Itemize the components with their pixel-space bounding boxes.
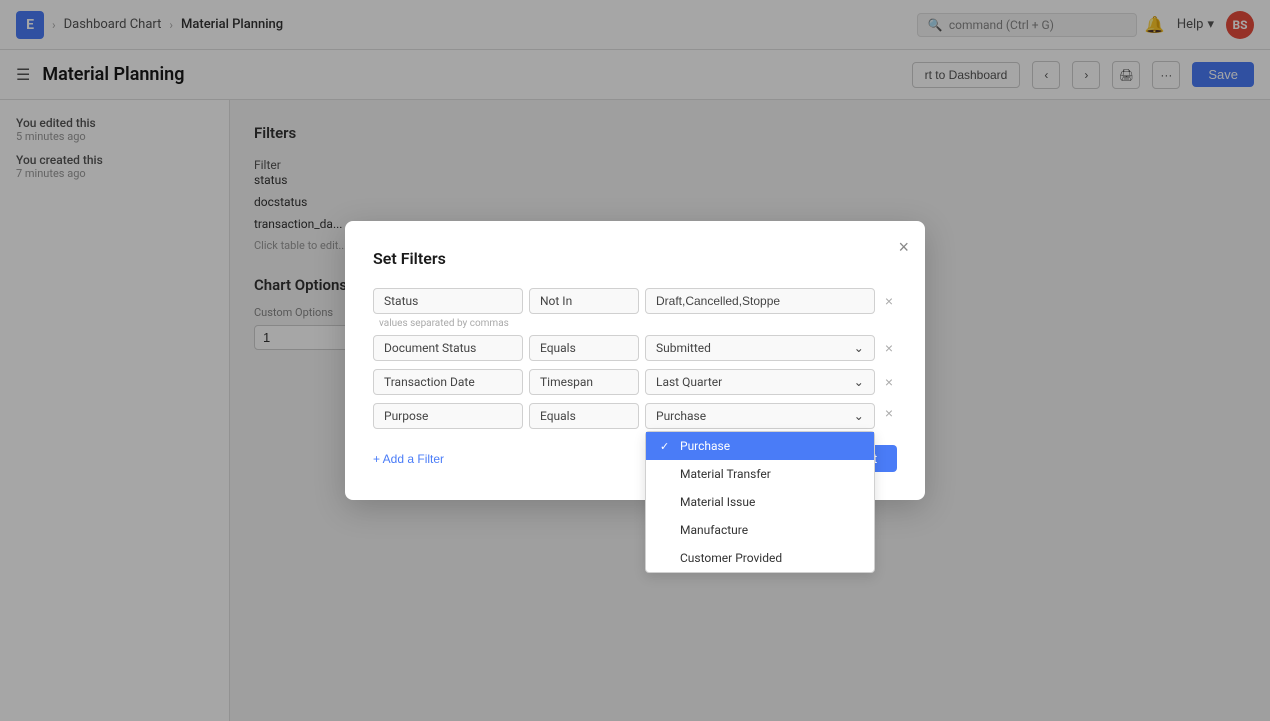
modal-filter-hint-1: values separated by commas — [379, 318, 897, 329]
modal-filter-row-2: Document Status Equals Submitted ⌄ × — [373, 335, 897, 361]
modal-filter-remove-4[interactable]: × — [881, 403, 897, 423]
select-chevron-icon-2: ⌄ — [854, 341, 864, 355]
modal-filter-remove-3[interactable]: × — [881, 372, 897, 392]
modal-title: Set Filters — [373, 249, 897, 268]
checkmark-icon: ✓ — [660, 440, 674, 453]
modal-filter-field-3[interactable]: Transaction Date — [373, 369, 523, 395]
dropdown-option-material-transfer[interactable]: Material Transfer — [646, 460, 874, 488]
modal-close-button[interactable]: × — [898, 237, 909, 258]
modal-filter-operator-3[interactable]: Timespan — [529, 369, 639, 395]
modal-filter-field-4[interactable]: Purpose — [373, 403, 523, 429]
modal-filter-operator-1[interactable]: Not In — [529, 288, 639, 314]
set-filters-modal: Set Filters × Status Not In × values sep… — [345, 221, 925, 500]
page-background: E › Dashboard Chart › Material Planning … — [0, 0, 1270, 721]
modal-filter-row-1: Status Not In × — [373, 288, 897, 314]
modal-filter-row-4: Purpose Equals Purchase ⌄ ✓ Purchase — [373, 403, 897, 429]
purpose-dropdown-wrapper: Purchase ⌄ ✓ Purchase Material Transfer — [645, 403, 875, 429]
modal-filter-value-3[interactable]: Last Quarter ⌄ — [645, 369, 875, 395]
modal-filter-field-2[interactable]: Document Status — [373, 335, 523, 361]
dropdown-option-manufacture[interactable]: Manufacture — [646, 516, 874, 544]
modal-overlay[interactable]: Set Filters × Status Not In × values sep… — [0, 0, 1270, 721]
modal-filter-operator-4[interactable]: Equals — [529, 403, 639, 429]
modal-filter-value-1[interactable] — [645, 288, 875, 314]
modal-filter-field-1[interactable]: Status — [373, 288, 523, 314]
modal-filter-row-3: Transaction Date Timespan Last Quarter ⌄… — [373, 369, 897, 395]
select-chevron-icon-3: ⌄ — [854, 375, 864, 389]
modal-filter-remove-1[interactable]: × — [881, 291, 897, 311]
dropdown-option-purchase[interactable]: ✓ Purchase — [646, 432, 874, 460]
add-filter-button[interactable]: + Add a Filter — [373, 448, 444, 470]
select-chevron-icon-4: ⌄ — [854, 409, 864, 423]
dropdown-option-customer-provided[interactable]: Customer Provided — [646, 544, 874, 572]
modal-filter-value-4[interactable]: Purchase ⌄ — [645, 403, 875, 429]
dropdown-option-material-issue[interactable]: Material Issue — [646, 488, 874, 516]
modal-filter-operator-2[interactable]: Equals — [529, 335, 639, 361]
modal-filter-remove-2[interactable]: × — [881, 338, 897, 358]
purpose-dropdown-menu: ✓ Purchase Material Transfer Material Is… — [645, 431, 875, 573]
modal-filter-value-2[interactable]: Submitted ⌄ — [645, 335, 875, 361]
